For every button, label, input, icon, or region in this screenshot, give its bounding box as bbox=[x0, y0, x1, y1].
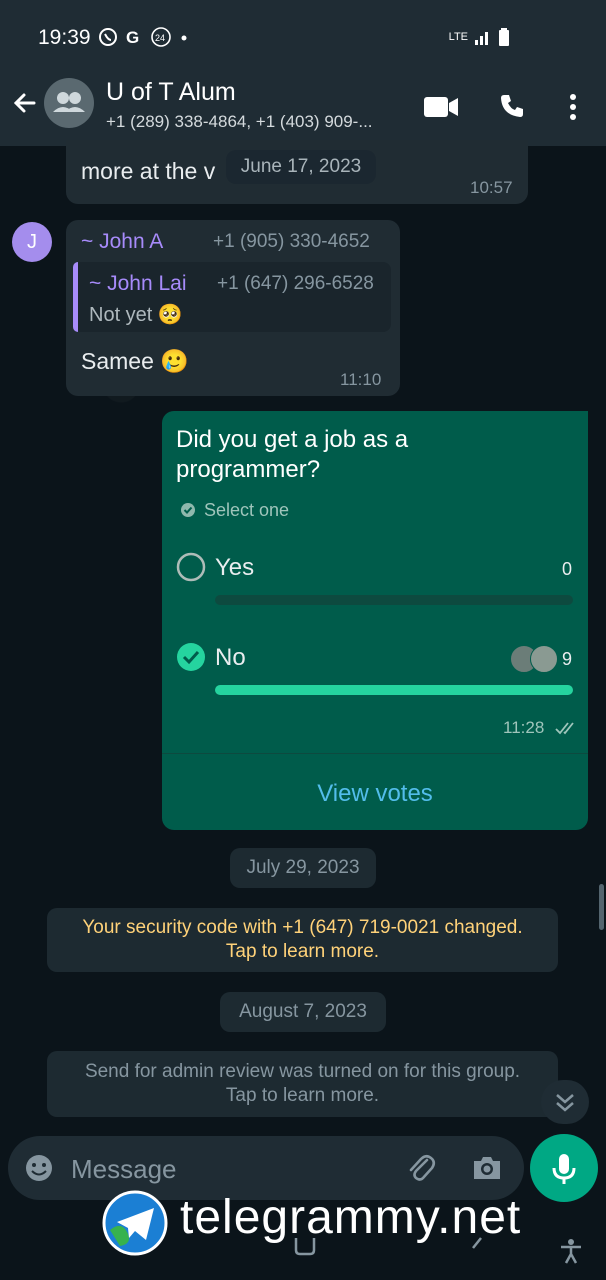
message-bubble-john-a[interactable]: ~ John A +1 (905) 330-4652 ~ John Lai +1… bbox=[66, 220, 400, 396]
watermark-text: telegrammy.net bbox=[180, 1191, 522, 1244]
quote-sender: ~ John Lai bbox=[89, 272, 187, 295]
poll-option-label: Yes bbox=[215, 554, 255, 581]
poll-time: 11:28 bbox=[503, 718, 545, 737]
battery-icon bbox=[499, 28, 509, 46]
svg-text:24: 24 bbox=[155, 33, 165, 43]
group-title[interactable]: U of T Alum bbox=[106, 78, 236, 107]
poll-option-yes[interactable]: Yes 0 bbox=[162, 541, 588, 611]
check-circle-icon bbox=[181, 503, 195, 517]
poll-question: Did you get a job as a programmer? bbox=[176, 425, 408, 485]
poll-option-count: 0 bbox=[562, 559, 573, 579]
sender-phone: +1 (905) 330-4652 bbox=[213, 231, 370, 252]
phone-call-icon[interactable] bbox=[498, 92, 526, 120]
notice-line-2: Tap to learn more. bbox=[225, 941, 380, 962]
back-arrow-icon[interactable] bbox=[10, 88, 40, 118]
accessibility-icon[interactable] bbox=[558, 1238, 584, 1264]
watermark-logo bbox=[102, 1190, 168, 1256]
camera-icon[interactable] bbox=[471, 1154, 503, 1182]
24-badge-icon: 24 bbox=[151, 27, 171, 47]
notice-line-2: Tap to learn more. bbox=[225, 1085, 380, 1106]
voice-record-button[interactable] bbox=[530, 1134, 598, 1202]
voter-avatars bbox=[510, 645, 560, 673]
mic-icon bbox=[552, 1154, 576, 1184]
poll-bubble[interactable]: Did you get a job as a programmer? Selec… bbox=[162, 411, 588, 830]
message-time: 11:10 bbox=[340, 370, 382, 389]
viber-icon bbox=[99, 28, 117, 46]
chat-header: U of T Alum +1 (289) 338-4864, +1 (403) … bbox=[0, 70, 606, 146]
dot-icon bbox=[181, 35, 187, 41]
group-members[interactable]: +1 (289) 338-4864, +1 (403) 909-... bbox=[106, 112, 406, 132]
radio-checked-icon[interactable] bbox=[176, 642, 206, 672]
notice-line-1: Your security code with +1 (647) 719-002… bbox=[82, 917, 523, 938]
poll-option-no[interactable]: No 9 bbox=[162, 631, 588, 701]
svg-text:G: G bbox=[126, 28, 139, 47]
poll-progress-track bbox=[215, 595, 573, 605]
scrollbar-thumb[interactable] bbox=[599, 884, 604, 930]
sender-avatar[interactable]: J bbox=[12, 222, 52, 262]
quoted-message[interactable]: ~ John Lai +1 (647) 296-6528 Not yet 🥺 bbox=[73, 262, 391, 332]
notice-line-1: Send for admin review was turned on for … bbox=[84, 1061, 521, 1082]
poll-hint: Select one bbox=[204, 500, 290, 520]
scroll-to-bottom-button[interactable] bbox=[541, 1080, 589, 1124]
double-chevron-down-icon bbox=[556, 1094, 574, 1112]
double-check-icon bbox=[555, 722, 574, 735]
poll-question-line-1: Did you get a job as a bbox=[176, 426, 409, 453]
emoji-icon[interactable] bbox=[23, 1152, 55, 1184]
poll-divider bbox=[162, 753, 588, 754]
message-text: more at the v bbox=[81, 158, 216, 184]
radio-unchecked-icon[interactable] bbox=[176, 552, 206, 582]
date-chip: August 7, 2023 bbox=[220, 992, 386, 1032]
sender-name[interactable]: ~ John A bbox=[81, 230, 163, 254]
date-chip: July 29, 2023 bbox=[230, 848, 376, 888]
google-icon: G bbox=[126, 28, 139, 47]
video-call-icon[interactable] bbox=[423, 94, 459, 120]
poll-progress-fill bbox=[215, 685, 573, 695]
poll-question-line-2: programmer? bbox=[176, 456, 321, 483]
view-votes-button[interactable]: View votes bbox=[162, 780, 588, 808]
message-text: Samee 🥲 bbox=[81, 348, 189, 374]
group-icon bbox=[53, 92, 85, 112]
quote-phone: +1 (647) 296-6528 bbox=[217, 273, 374, 294]
poll-option-label: No bbox=[215, 644, 246, 671]
admin-review-notice[interactable]: Send for admin review was turned on for … bbox=[47, 1051, 558, 1117]
security-code-notice[interactable]: Your security code with +1 (647) 719-002… bbox=[47, 908, 558, 972]
status-right: LTE bbox=[449, 28, 510, 46]
message-bubble-partial[interactable]: more at the v June 17, 2023 10:57 bbox=[66, 140, 528, 204]
floating-date-chip: June 17, 2023 bbox=[226, 150, 376, 184]
quote-accent-bar bbox=[73, 262, 78, 332]
quote-text: Not yet 🥺 bbox=[89, 304, 183, 326]
status-icons: G 24 bbox=[98, 26, 190, 48]
network-label: LTE bbox=[448, 31, 468, 43]
status-time: 19:39 bbox=[38, 26, 91, 49]
voter-avatar bbox=[530, 645, 558, 673]
avatar-letter: J bbox=[27, 231, 37, 253]
signal-icon bbox=[475, 32, 488, 45]
message-input[interactable]: Message bbox=[71, 1154, 177, 1185]
message-time: 10:57 bbox=[470, 178, 513, 197]
attach-icon[interactable] bbox=[406, 1151, 436, 1185]
group-avatar[interactable] bbox=[44, 78, 94, 128]
status-bar: 19:39 G 24 LTE bbox=[0, 0, 606, 70]
poll-option-count: 9 bbox=[562, 649, 573, 669]
more-options-icon[interactable] bbox=[568, 92, 578, 122]
